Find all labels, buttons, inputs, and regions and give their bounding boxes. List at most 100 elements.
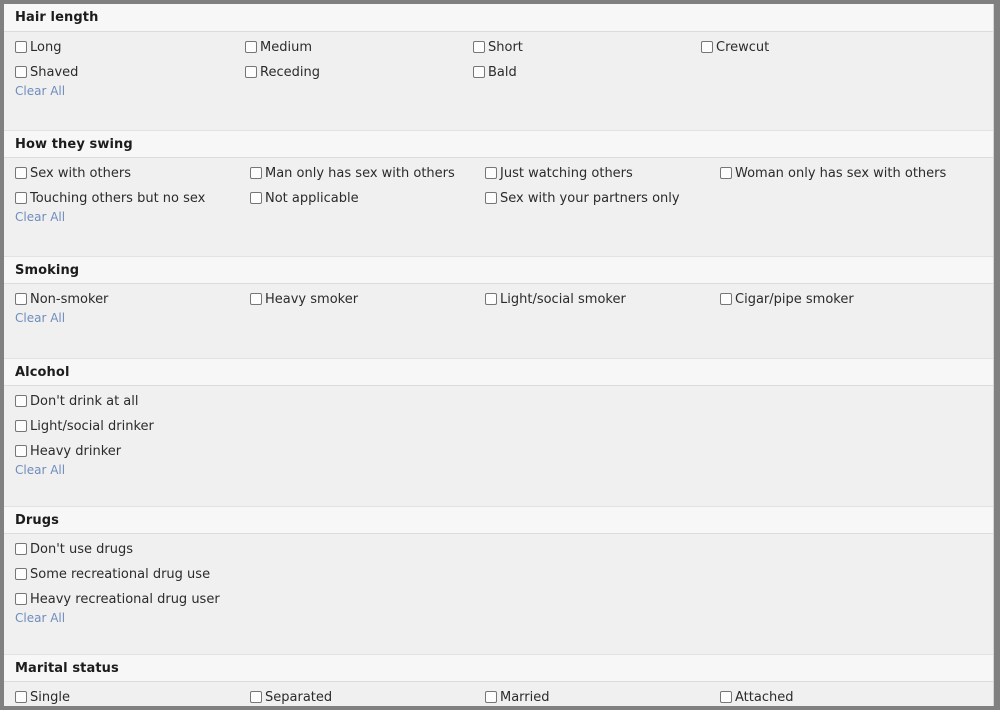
checkbox-option[interactable]: Shaved bbox=[15, 64, 78, 81]
checkbox-option[interactable]: Don't drink at all bbox=[15, 393, 139, 410]
checkbox-option[interactable]: Crewcut bbox=[701, 39, 769, 56]
checkbox-label: Separated bbox=[265, 690, 333, 705]
checkbox-option[interactable]: Don't use drugs bbox=[15, 541, 133, 558]
checkbox-option[interactable]: Short bbox=[473, 39, 523, 56]
clear-all-link[interactable]: Clear All bbox=[15, 611, 65, 625]
checkbox-input[interactable] bbox=[15, 593, 27, 605]
option-row: Sex with others Man only has sex with oth… bbox=[4, 158, 993, 190]
section-body-alcohol: Don't drink at all Light/social drinker He… bbox=[4, 386, 993, 506]
checkbox-label: Woman only has sex with others bbox=[735, 166, 947, 181]
checkbox-option[interactable]: Single bbox=[15, 689, 70, 706]
checkbox-input[interactable] bbox=[15, 395, 27, 407]
checkbox-label: Don't drink at all bbox=[30, 394, 139, 409]
section-header-smoking: Smoking bbox=[4, 256, 993, 284]
checkbox-label: Shaved bbox=[30, 65, 79, 80]
checkbox-label: Touching others but no sex bbox=[30, 191, 206, 206]
checkbox-label: Crewcut bbox=[716, 40, 770, 55]
section-body-drugs: Don't use drugs Some recreational drug us… bbox=[4, 534, 993, 654]
checkbox-label: Married bbox=[500, 690, 550, 705]
checkbox-label: Man only has sex with others bbox=[265, 166, 455, 181]
checkbox-input[interactable] bbox=[485, 691, 497, 703]
checkbox-input[interactable] bbox=[15, 66, 27, 78]
checkbox-option[interactable]: Long bbox=[15, 39, 61, 56]
checkbox-option[interactable]: Receding bbox=[245, 64, 320, 81]
checkbox-input[interactable] bbox=[245, 66, 257, 78]
checkbox-option[interactable]: Touching others but no sex bbox=[15, 190, 205, 207]
checkbox-option[interactable]: Just watching others bbox=[485, 165, 633, 182]
filter-section-drugs: Drugs Don't use drugs Some recreational dr… bbox=[4, 506, 993, 654]
checkbox-option[interactable]: Attached bbox=[720, 689, 793, 706]
checkbox-input[interactable] bbox=[485, 167, 497, 179]
checkbox-option[interactable]: Bald bbox=[473, 64, 517, 81]
checkbox-input[interactable] bbox=[701, 41, 713, 53]
checkbox-option[interactable]: Non-smoker bbox=[15, 291, 108, 308]
section-title: Smoking bbox=[15, 263, 80, 278]
option-grid: Long Medium Short Crewcut Shaved Receding Bald bbox=[4, 32, 993, 89]
checkbox-input[interactable] bbox=[245, 41, 257, 53]
checkbox-input[interactable] bbox=[485, 293, 497, 305]
checkbox-label: Short bbox=[488, 40, 523, 55]
checkbox-option[interactable]: Heavy recreational drug user bbox=[15, 591, 220, 608]
section-header-how-they-swing: How they swing bbox=[4, 130, 993, 158]
checkbox-option[interactable]: Light/social smoker bbox=[485, 291, 626, 308]
checkbox-input[interactable] bbox=[15, 420, 27, 432]
checkbox-option[interactable]: Heavy drinker bbox=[15, 443, 121, 460]
checkbox-option[interactable]: Cigar/pipe smoker bbox=[720, 291, 854, 308]
checkbox-input[interactable] bbox=[15, 543, 27, 555]
option-grid: Sex with others Man only has sex with oth… bbox=[4, 158, 993, 215]
section-title: How they swing bbox=[15, 137, 133, 152]
checkbox-input[interactable] bbox=[473, 66, 485, 78]
filter-section-how-they-swing: How they swing Sex with others Man only ha… bbox=[4, 130, 993, 256]
section-title: Hair length bbox=[15, 10, 99, 25]
clear-all-link[interactable]: Clear All bbox=[15, 311, 65, 325]
checkbox-label: Single bbox=[30, 690, 70, 705]
checkbox-input[interactable] bbox=[250, 167, 262, 179]
checkbox-input[interactable] bbox=[15, 293, 27, 305]
option-grid: Don't use drugs Some recreational drug us… bbox=[4, 534, 993, 616]
checkbox-label: Light/social drinker bbox=[30, 419, 154, 434]
clear-all-link[interactable]: Clear All bbox=[15, 84, 65, 98]
checkbox-option[interactable]: Married bbox=[485, 689, 550, 706]
clear-all-link[interactable]: Clear All bbox=[15, 210, 65, 224]
checkbox-label: Heavy recreational drug user bbox=[30, 592, 220, 607]
checkbox-input[interactable] bbox=[15, 167, 27, 179]
section-header-marital-status: Marital status bbox=[4, 654, 993, 682]
section-body-smoking: Non-smoker Heavy smoker Light/social smoke… bbox=[4, 284, 993, 358]
checkbox-option[interactable]: Man only has sex with others bbox=[250, 165, 455, 182]
checkbox-input[interactable] bbox=[15, 445, 27, 457]
clear-all-link[interactable]: Clear All bbox=[15, 463, 65, 477]
checkbox-input[interactable] bbox=[250, 293, 262, 305]
checkbox-input[interactable] bbox=[15, 41, 27, 53]
checkbox-input[interactable] bbox=[15, 691, 27, 703]
section-header-alcohol: Alcohol bbox=[4, 358, 993, 386]
checkbox-input[interactable] bbox=[720, 691, 732, 703]
checkbox-input[interactable] bbox=[250, 691, 262, 703]
checkbox-label: Sex with your partners only bbox=[500, 191, 680, 206]
checkbox-input[interactable] bbox=[473, 41, 485, 53]
checkbox-option[interactable]: Heavy smoker bbox=[250, 291, 358, 308]
checkbox-option[interactable]: Woman only has sex with others bbox=[720, 165, 946, 182]
checkbox-option[interactable]: Sex with others bbox=[15, 165, 131, 182]
checkbox-input[interactable] bbox=[720, 167, 732, 179]
checkbox-input[interactable] bbox=[15, 568, 27, 580]
checkbox-label: Attached bbox=[735, 690, 794, 705]
filter-sections-list: Hair length Long Medium Short Crewcut Shaved R… bbox=[4, 4, 993, 706]
checkbox-option[interactable]: Sex with your partners only bbox=[485, 190, 680, 207]
checkbox-option[interactable]: Separated bbox=[250, 689, 332, 706]
checkbox-option[interactable]: Medium bbox=[245, 39, 312, 56]
option-row: Touching others but no sex Not applicable… bbox=[4, 190, 993, 215]
option-grid: Non-smoker Heavy smoker Light/social smoke… bbox=[4, 284, 993, 316]
checkbox-option[interactable]: Some recreational drug use bbox=[15, 566, 210, 583]
section-body-marital-status: SingleSeparatedMarriedAttachedDivorcedWi… bbox=[4, 682, 993, 706]
checkbox-label: Not applicable bbox=[265, 191, 359, 206]
checkbox-label: Don't use drugs bbox=[30, 542, 134, 557]
checkbox-input[interactable] bbox=[250, 192, 262, 204]
checkbox-input[interactable] bbox=[720, 293, 732, 305]
checkbox-option[interactable]: Not applicable bbox=[250, 190, 359, 207]
section-header-hair-length: Hair length bbox=[4, 4, 993, 32]
section-body-how-they-swing: Sex with others Man only has sex with oth… bbox=[4, 158, 993, 256]
section-title: Alcohol bbox=[15, 365, 70, 380]
checkbox-option[interactable]: Light/social drinker bbox=[15, 418, 154, 435]
checkbox-input[interactable] bbox=[15, 192, 27, 204]
checkbox-input[interactable] bbox=[485, 192, 497, 204]
